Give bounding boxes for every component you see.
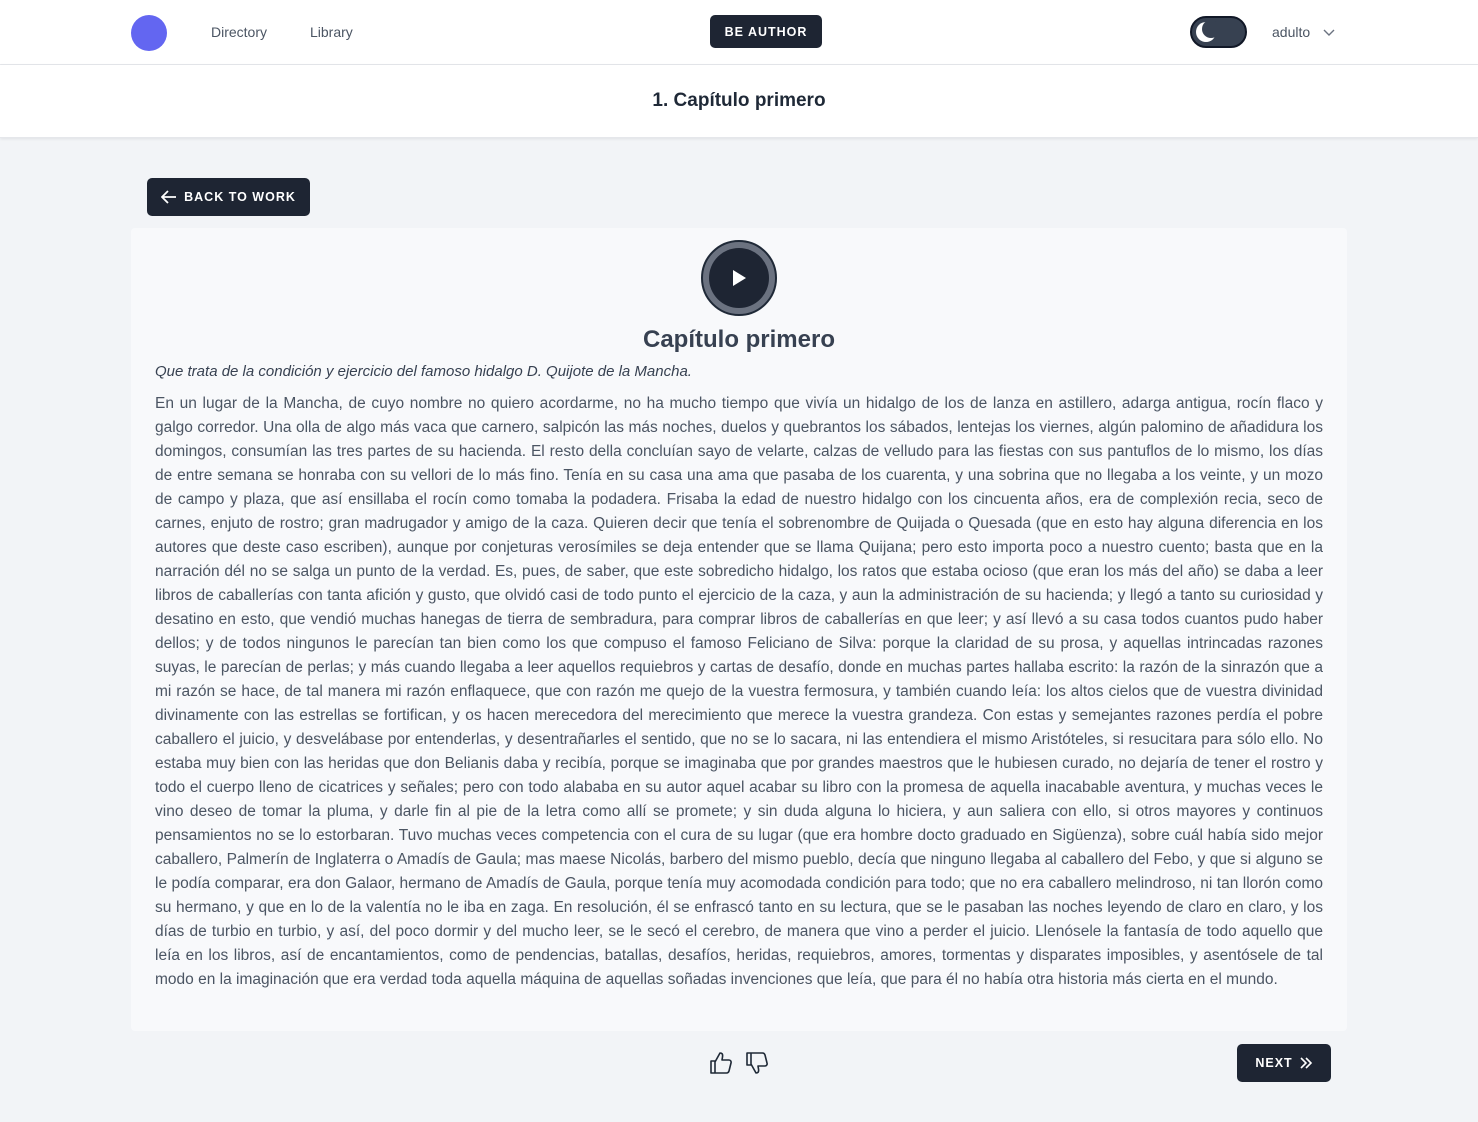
next-chapter-button[interactable]: NEXT [1237,1044,1331,1082]
arrow-left-icon [161,190,177,204]
thumbs-up-icon[interactable] [708,1050,734,1076]
double-chevron-right-icon [1300,1057,1312,1069]
moon-icon [1196,21,1217,42]
top-navbar: Directory Library BE AUTHOR adulto [0,0,1478,65]
be-author-button[interactable]: BE AUTHOR [710,15,822,48]
theme-toggle[interactable] [1190,16,1247,48]
user-name: adulto [1272,24,1311,40]
content-title: Capítulo primero [642,326,835,353]
user-menu[interactable]: adulto [1272,24,1336,40]
next-label: NEXT [1255,1056,1293,1070]
nav-link-library[interactable]: Library [310,24,353,40]
chapter-header: 1. Capítulo primero [0,65,1478,138]
nav-link-directory[interactable]: Directory [211,24,267,40]
play-icon [733,270,746,286]
audio-play-button[interactable] [701,240,777,316]
play-button-inner [709,248,769,308]
content-body: En un lugar de la Mancha, de cuyo nombre… [155,395,1323,988]
thumbs-down-icon[interactable] [744,1050,770,1076]
back-to-work-button[interactable]: BACK TO WORK [147,178,310,216]
chevron-down-icon [1323,29,1335,36]
back-to-work-label: BACK TO WORK [184,190,296,204]
chapter-content-card: Capítulo primero Que trata de la condici… [131,228,1347,1031]
chapter-title: 1. Capítulo primero [652,90,826,111]
logo-icon[interactable] [130,14,168,52]
content-subtitle: Que trata de la condición y ejercicio de… [155,363,692,380]
